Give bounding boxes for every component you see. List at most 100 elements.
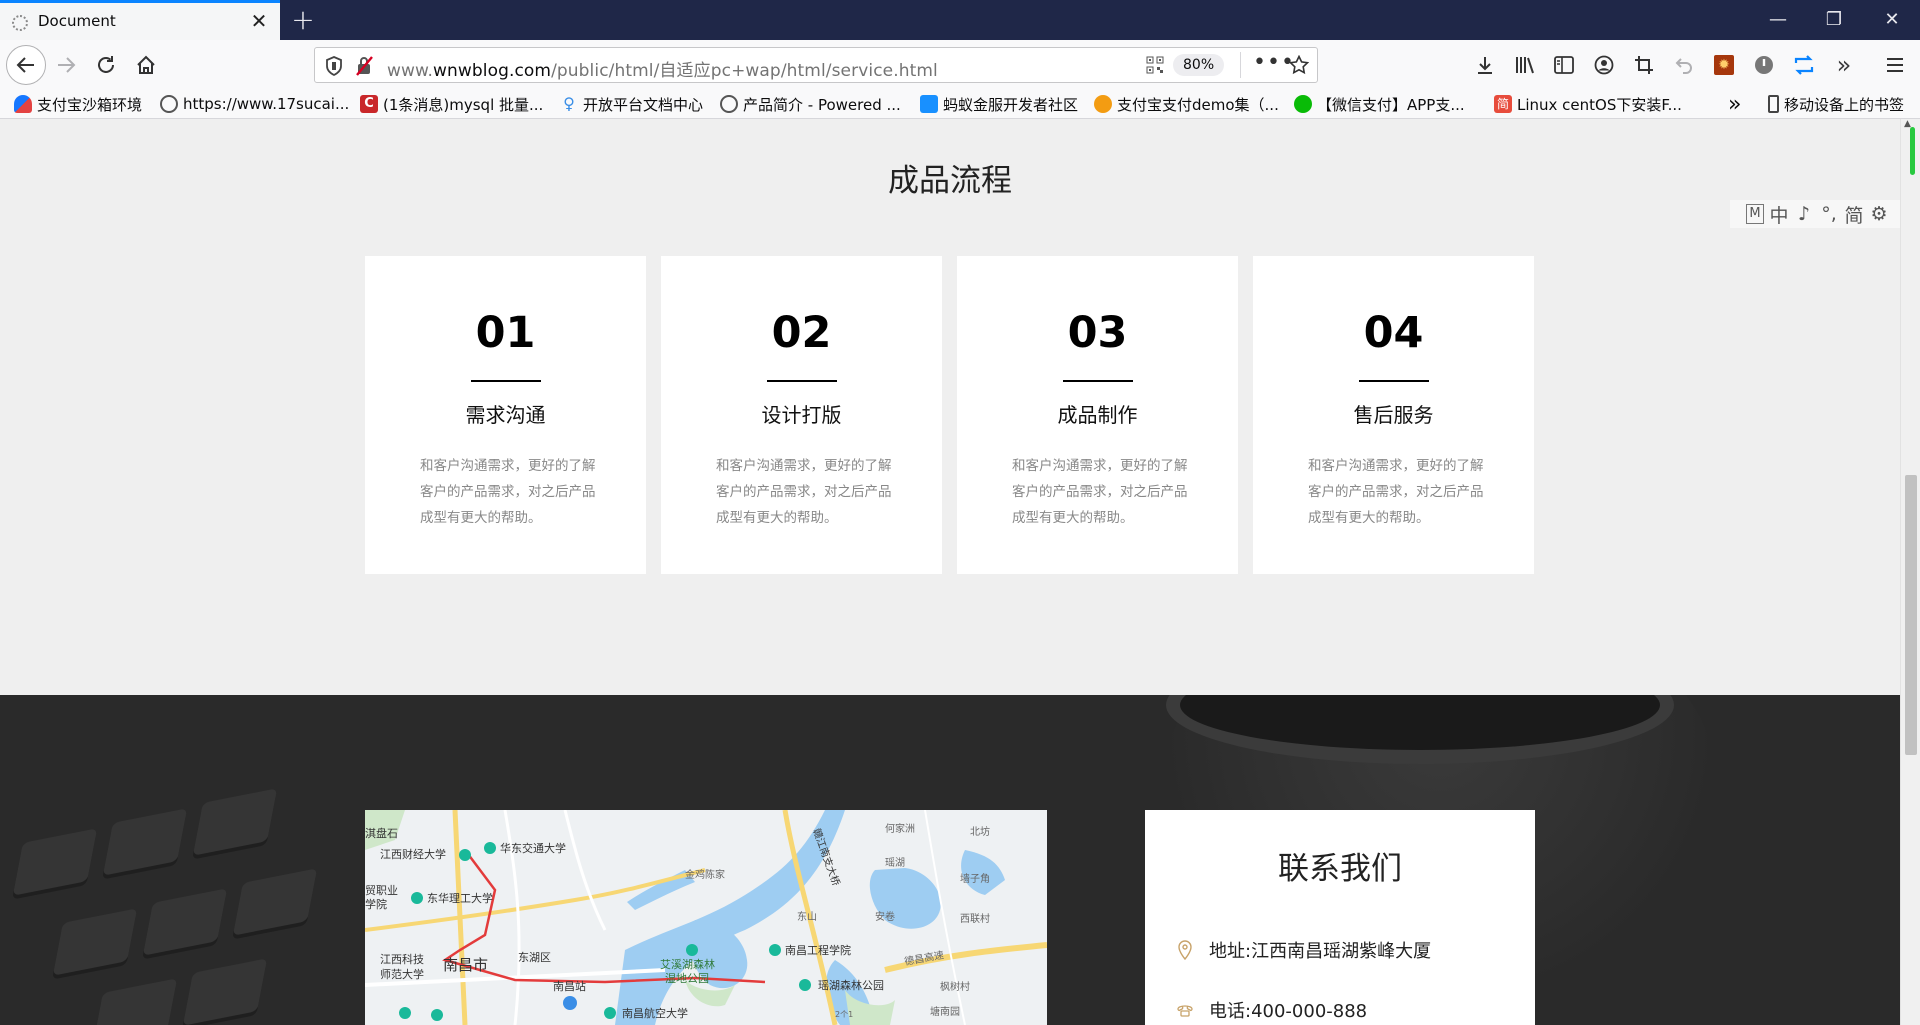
scroll-indicator <box>1910 127 1915 175</box>
hamburger-menu-icon[interactable] <box>1882 52 1908 78</box>
map-label: 南昌市 <box>443 956 488 974</box>
step-name: 设计打版 <box>761 403 842 427</box>
bookmark-item[interactable]: 产品简介 - Powered ... <box>720 93 901 115</box>
step-description: 和客户沟通需求，更好的了解客户的产品需求，对之后产品成型有更大的帮助。 <box>420 458 596 526</box>
qr-code-icon[interactable] <box>1146 56 1164 74</box>
insecure-lock-icon[interactable] <box>355 56 373 76</box>
close-tab-icon[interactable]: ✕ <box>248 10 270 32</box>
sidebar-icon[interactable] <box>1551 52 1577 78</box>
new-tab-button[interactable]: + <box>288 4 318 36</box>
scrollbar-thumb[interactable] <box>1905 475 1917 755</box>
home-icon <box>137 55 155 74</box>
bookmark-item[interactable]: https://www.17sucai... <box>160 93 349 115</box>
fox-icon <box>1094 95 1112 113</box>
library-icon[interactable] <box>1512 52 1538 78</box>
phone-icon <box>1175 999 1195 1021</box>
map-label: 墙子角 <box>960 872 990 885</box>
step-name: 售后服务 <box>1353 403 1434 427</box>
divider-line <box>767 380 837 382</box>
undo-icon[interactable] <box>1671 52 1697 78</box>
address-row: 地址:江西南昌瑶湖紫峰大厦 <box>1175 938 1431 962</box>
ime-moon-icon[interactable]: ♪ <box>1794 203 1814 225</box>
account-icon[interactable] <box>1591 52 1617 78</box>
back-button[interactable] <box>6 45 46 85</box>
download-icon[interactable] <box>1472 52 1498 78</box>
ime-simplified-toggle[interactable]: 简 <box>1844 201 1864 228</box>
forward-arrow-icon <box>58 57 76 73</box>
url-bar[interactable]: www.wnwblog.com/public/html/自适应pc+wap/ht… <box>314 47 1318 83</box>
process-card: 04 售后服务 和客户沟通需求，更好的了解客户的产品需求，对之后产品成型有更大的… <box>1253 256 1534 574</box>
process-card: 03 成品制作 和客户沟通需求，更好的了解客户的产品需求，对之后产品成型有更大的… <box>957 256 1238 574</box>
url-text[interactable]: www.wnwblog.com/public/html/自适应pc+wap/ht… <box>387 56 938 81</box>
reload-icon <box>98 56 114 73</box>
loading-favicon-icon <box>12 15 28 31</box>
navigation-toolbar: www.wnwblog.com/public/html/自适应pc+wap/ht… <box>0 40 1920 90</box>
map-label: 西联村 <box>960 912 990 925</box>
bookmark-label: 开放平台文档中心 <box>583 95 704 114</box>
bookmark-item[interactable]: ♀ 开放平台文档中心 <box>560 93 703 115</box>
extension-gear-icon[interactable]: ✹ <box>1711 52 1737 78</box>
sync-extension-icon[interactable] <box>1791 52 1817 78</box>
bookmark-item[interactable]: 支付宝支付demo集（... <box>1094 93 1279 115</box>
background-keyboard-image <box>0 775 360 1025</box>
map-label: 贸职业 <box>365 884 398 897</box>
divider-line <box>1359 380 1429 382</box>
shield-icon[interactable] <box>325 56 343 76</box>
bookmark-item[interactable]: 支付宝沙箱环境 <box>14 93 142 115</box>
map-label: 南昌站 <box>553 979 586 993</box>
forward-button[interactable] <box>50 49 82 81</box>
bookmark-item[interactable]: 【微信支付】APP支... <box>1294 93 1465 115</box>
location-map[interactable]: 淇盘石 江西财经大学 华东交通大学 贸职业 学院 东华理工大学 江西科技 师范大… <box>365 810 1047 1025</box>
phone-row: 电话:400-000-888 <box>1175 998 1367 1022</box>
bookmark-item[interactable]: C (1条消息)mysql 批量... <box>360 93 543 115</box>
tab-document[interactable]: Document ✕ <box>0 0 280 40</box>
globe-icon <box>720 95 738 113</box>
location-pin-icon <box>1175 939 1195 961</box>
bookmark-label: https://www.17sucai... <box>183 95 350 113</box>
contact-title: 联系我们 <box>1278 851 1402 887</box>
step-number: 01 <box>475 308 536 358</box>
zoom-level-badge[interactable]: 80% <box>1173 54 1225 76</box>
bookmark-item[interactable]: 蚂蚁金服开发者社区 <box>920 93 1078 115</box>
ime-chinese-toggle[interactable]: 中 <box>1769 201 1789 228</box>
step-name: 成品制作 <box>1057 403 1138 427</box>
restore-button[interactable]: ❐ <box>1806 0 1862 40</box>
overflow-chevron-icon[interactable]: » <box>1831 51 1857 79</box>
ime-settings-gear-icon[interactable]: ⚙ <box>1869 203 1889 225</box>
ant-financial-icon <box>920 95 938 113</box>
process-card: 01 需求沟通 和客户沟通需求，更好的了解客户的产品需求，对之后产品成型有更大的… <box>365 256 646 574</box>
extension-circle-icon[interactable] <box>1751 52 1777 78</box>
ime-mode-icon[interactable]: M <box>1746 204 1764 224</box>
screenshot-crop-icon[interactable] <box>1631 52 1657 78</box>
close-window-button[interactable]: ✕ <box>1864 0 1920 40</box>
reload-button[interactable] <box>90 49 122 81</box>
map-label: 淇盘石 <box>365 826 398 840</box>
map-label: 何家洲 <box>885 822 915 835</box>
map-label: 江西科技 <box>380 952 424 966</box>
step-description: 和客户沟通需求，更好的了解客户的产品需求，对之后产品成型有更大的帮助。 <box>1012 458 1188 526</box>
bookmark-label: 【微信支付】APP支... <box>1317 95 1465 114</box>
url-domain: wnwblog.com <box>432 61 552 81</box>
contact-card: 联系我们 地址:江西南昌瑶湖紫峰大厦 电话:400-000-888 <box>1145 810 1535 1025</box>
map-label: 湿地公园 <box>665 972 709 985</box>
step-description: 和客户沟通需求，更好的了解客户的产品需求，对之后产品成型有更大的帮助。 <box>1308 458 1484 526</box>
contact-section: 淇盘石 江西财经大学 华东交通大学 贸职业 学院 东华理工大学 江西科技 师范大… <box>0 695 1900 1025</box>
bookmark-item[interactable]: 简 Linux centOS下安装F... <box>1494 93 1682 115</box>
map-label: 南昌工程学院 <box>785 943 851 957</box>
vertical-scrollbar[interactable]: ▲ <box>1900 119 1920 1025</box>
map-label: 北坊 <box>970 825 990 838</box>
ime-punctuation-icon[interactable]: °, <box>1819 203 1839 225</box>
bookmark-label: 产品简介 - Powered ... <box>743 95 901 114</box>
bookmarks-overflow-chevron-icon[interactable]: » <box>1728 92 1741 117</box>
bookmark-label: (1条消息)mysql 批量... <box>383 95 544 114</box>
home-button[interactable] <box>130 49 162 81</box>
mobile-bookmarks-folder[interactable]: 移动设备上的书签 <box>1768 93 1904 115</box>
globe-icon <box>160 95 178 113</box>
step-number: 03 <box>1067 308 1128 358</box>
bookmark-favicon-icon <box>14 95 32 113</box>
urlbar-divider <box>1240 52 1241 78</box>
map-label: 东山 <box>797 910 817 923</box>
minimize-button[interactable]: — <box>1750 0 1806 40</box>
bookmark-star-icon[interactable] <box>1289 55 1309 75</box>
map-label: 东华理工大学 <box>427 891 493 905</box>
